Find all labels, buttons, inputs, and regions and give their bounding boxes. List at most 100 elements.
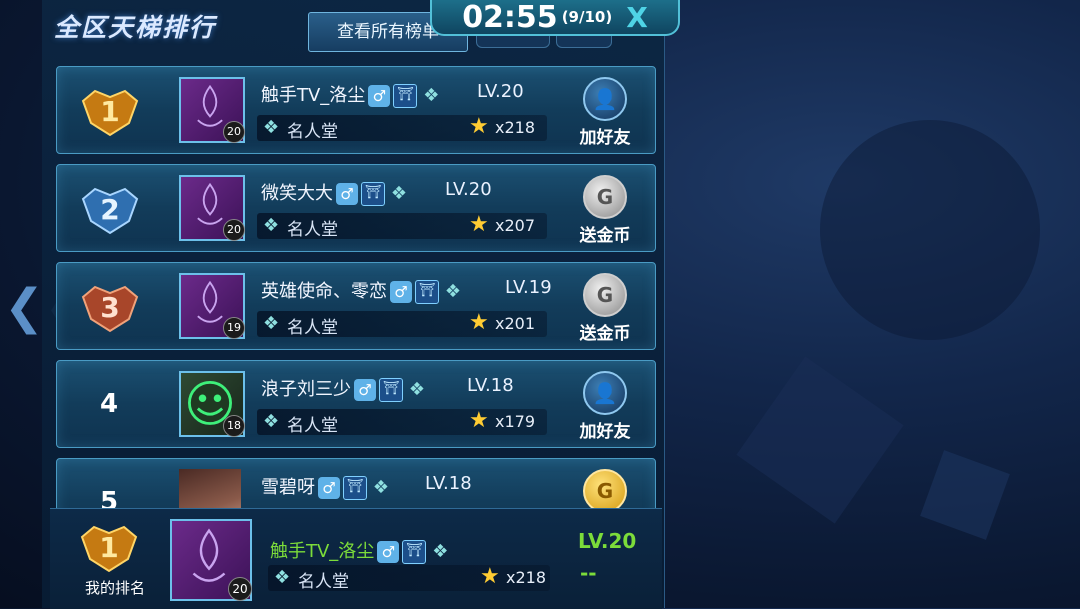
avatar-level-badge: 19 bbox=[223, 317, 245, 339]
wing-icon: ❖ bbox=[263, 313, 280, 334]
avatar[interactable]: 20 bbox=[179, 175, 245, 241]
palace-icon: ⛩ bbox=[402, 540, 427, 564]
avatar[interactable]: 18 bbox=[179, 371, 245, 437]
send-coin-button[interactable]: G 送金币 bbox=[565, 273, 645, 345]
my-rank-change: -- bbox=[580, 561, 597, 585]
action-label: 送金币 bbox=[579, 324, 631, 344]
male-icon: ♂ bbox=[336, 183, 358, 205]
hall-of-fame-label: 名人堂 bbox=[287, 416, 338, 436]
wing-icon: ❖ bbox=[423, 85, 440, 106]
ranking-row-3[interactable]: 3 19 英雄使命、零恋 ♂ ⛩ ❖ LV.19 ❖ 名人堂 ★ x201 G 送金币 bbox=[56, 262, 656, 350]
svg-text:1: 1 bbox=[100, 95, 119, 128]
my-level: LV.20 bbox=[578, 529, 637, 553]
avatar-level-badge: 18 bbox=[223, 415, 245, 437]
rank-number: 4 bbox=[99, 389, 119, 419]
star-count: x218 bbox=[495, 118, 536, 137]
player-title-bar: ❖ 名人堂 ★ x179 bbox=[257, 408, 547, 436]
action-label: 送金币 bbox=[579, 226, 631, 246]
wing-icon: ❖ bbox=[263, 411, 280, 432]
ranking-row-4[interactable]: 4 18 浪子刘三少 ♂ ⛩ ❖ LV.18 ❖ 名人堂 ★ x179 👤 加好友 bbox=[56, 360, 656, 448]
player-level: LV.18 bbox=[425, 473, 472, 494]
male-icon: ♂ bbox=[318, 477, 340, 499]
avatar-level-badge: 20 bbox=[223, 219, 245, 241]
player-name: 英雄使命、零恋 ♂ ⛩ ❖ bbox=[261, 277, 464, 304]
player-name: 浪子刘三少 ♂ ⛩ ❖ bbox=[261, 375, 428, 402]
player-level: LV.20 bbox=[477, 81, 524, 102]
bronze-medal-icon: 3 bbox=[81, 285, 139, 333]
player-title-bar: ❖ 名人堂 ★ x218 bbox=[268, 564, 550, 592]
gold-medal-icon: 1 bbox=[80, 525, 138, 573]
player-title-bar: ❖ 名人堂 ★ x201 bbox=[257, 310, 547, 338]
male-icon: ♂ bbox=[354, 379, 376, 401]
player-name-text: 浪子刘三少 bbox=[261, 379, 351, 400]
add-friend-button[interactable]: 👤 加好友 bbox=[565, 371, 645, 443]
svg-text:3: 3 bbox=[100, 291, 119, 324]
wing-icon: ❖ bbox=[372, 477, 390, 498]
ranking-row-2[interactable]: 2 20 微笑大大 ♂ ⛩ ❖ LV.20 ❖ 名人堂 ★ x207 G 送金币 bbox=[56, 164, 656, 252]
background-shape bbox=[820, 120, 1040, 340]
action-label: 加好友 bbox=[579, 128, 631, 148]
wing-icon: ❖ bbox=[444, 281, 462, 302]
hall-of-fame-label: 名人堂 bbox=[287, 220, 338, 240]
wing-icon: ❖ bbox=[390, 183, 408, 204]
back-arrow-icon[interactable]: ❮❮ bbox=[4, 272, 84, 342]
avatar[interactable]: 19 bbox=[179, 273, 245, 339]
star-icon: ★ bbox=[469, 408, 489, 433]
player-name: 触手TV_洛尘 ♂ ⛩ ❖ bbox=[261, 81, 442, 108]
silver-medal-icon: 2 bbox=[81, 187, 139, 235]
avatar-level-badge: 20 bbox=[228, 577, 252, 601]
timer-text: 02:55 bbox=[462, 0, 558, 35]
player-title-bar: ❖ 名人堂 ★ x218 bbox=[257, 114, 547, 142]
close-icon[interactable]: X bbox=[626, 1, 648, 34]
player-title-bar: ❖ 名人堂 ★ x207 bbox=[257, 212, 547, 240]
avatar[interactable]: 20 bbox=[179, 77, 245, 143]
player-name-text: 微笑大大 bbox=[261, 183, 333, 204]
palace-icon: ⛩ bbox=[415, 280, 439, 304]
background-shard bbox=[920, 450, 1010, 540]
palace-icon: ⛩ bbox=[379, 378, 403, 402]
add-friend-icon: 👤 bbox=[583, 371, 627, 415]
palace-icon: ⛩ bbox=[361, 182, 385, 206]
add-friend-icon: 👤 bbox=[583, 77, 627, 121]
star-icon: ★ bbox=[469, 114, 489, 139]
player-level: LV.18 bbox=[467, 375, 514, 396]
avatar-level-badge: 20 bbox=[223, 121, 245, 143]
player-level: LV.20 bbox=[445, 179, 492, 200]
hall-of-fame-label: 名人堂 bbox=[287, 318, 338, 338]
male-icon: ♂ bbox=[390, 281, 412, 303]
background-shard bbox=[736, 356, 904, 524]
my-avatar[interactable]: 20 bbox=[170, 519, 252, 601]
star-count: x179 bbox=[495, 412, 536, 431]
wing-icon: ❖ bbox=[408, 379, 426, 400]
my-rank-bar: 1 我的排名 20 触手TV_洛尘 ♂ ⛩ ❖ LV.20 -- ❖ 名人堂 ★ x2… bbox=[50, 508, 662, 609]
star-icon: ★ bbox=[469, 310, 489, 335]
wing-icon: ❖ bbox=[432, 541, 449, 562]
my-rank-label: 我的排名 bbox=[84, 579, 145, 597]
add-friend-button[interactable]: 👤 加好友 bbox=[565, 77, 645, 149]
svg-text:2: 2 bbox=[100, 193, 119, 226]
svg-text:1: 1 bbox=[99, 531, 118, 564]
coin-icon: G bbox=[583, 273, 627, 317]
palace-icon: ⛩ bbox=[343, 476, 367, 500]
player-name-text: 英雄使命、零恋 bbox=[261, 281, 387, 302]
send-coin-button[interactable]: G 送金币 bbox=[565, 175, 645, 247]
gold-coin-icon: G bbox=[583, 469, 627, 513]
player-name-text: 雪碧呀 bbox=[261, 477, 315, 498]
wing-icon: ❖ bbox=[263, 117, 280, 138]
player-name-text: 触手TV_洛尘 bbox=[261, 85, 366, 106]
hall-of-fame-label: 名人堂 bbox=[287, 122, 338, 142]
star-icon: ★ bbox=[480, 564, 500, 589]
page-title: 全区天梯排行 bbox=[54, 13, 217, 42]
timer-count: (9/10) bbox=[561, 8, 613, 26]
player-level: LV.19 bbox=[505, 277, 552, 298]
male-icon: ♂ bbox=[377, 541, 400, 563]
star-count: x218 bbox=[506, 568, 547, 587]
male-icon: ♂ bbox=[368, 85, 391, 107]
star-icon: ★ bbox=[469, 212, 489, 237]
my-player-name: 触手TV_洛尘 ♂ ⛩ ❖ bbox=[270, 537, 451, 564]
player-name: 雪碧呀 ♂ ⛩ ❖ bbox=[261, 473, 392, 500]
gold-medal-icon: 1 bbox=[81, 89, 139, 137]
ranking-row-1[interactable]: 1 20 触手TV_洛尘 ♂ ⛩ ❖ LV.20 ❖ 名人堂 ★ x218 👤 加好友 bbox=[56, 66, 656, 154]
star-count: x207 bbox=[495, 216, 536, 235]
star-count: x201 bbox=[495, 314, 536, 333]
